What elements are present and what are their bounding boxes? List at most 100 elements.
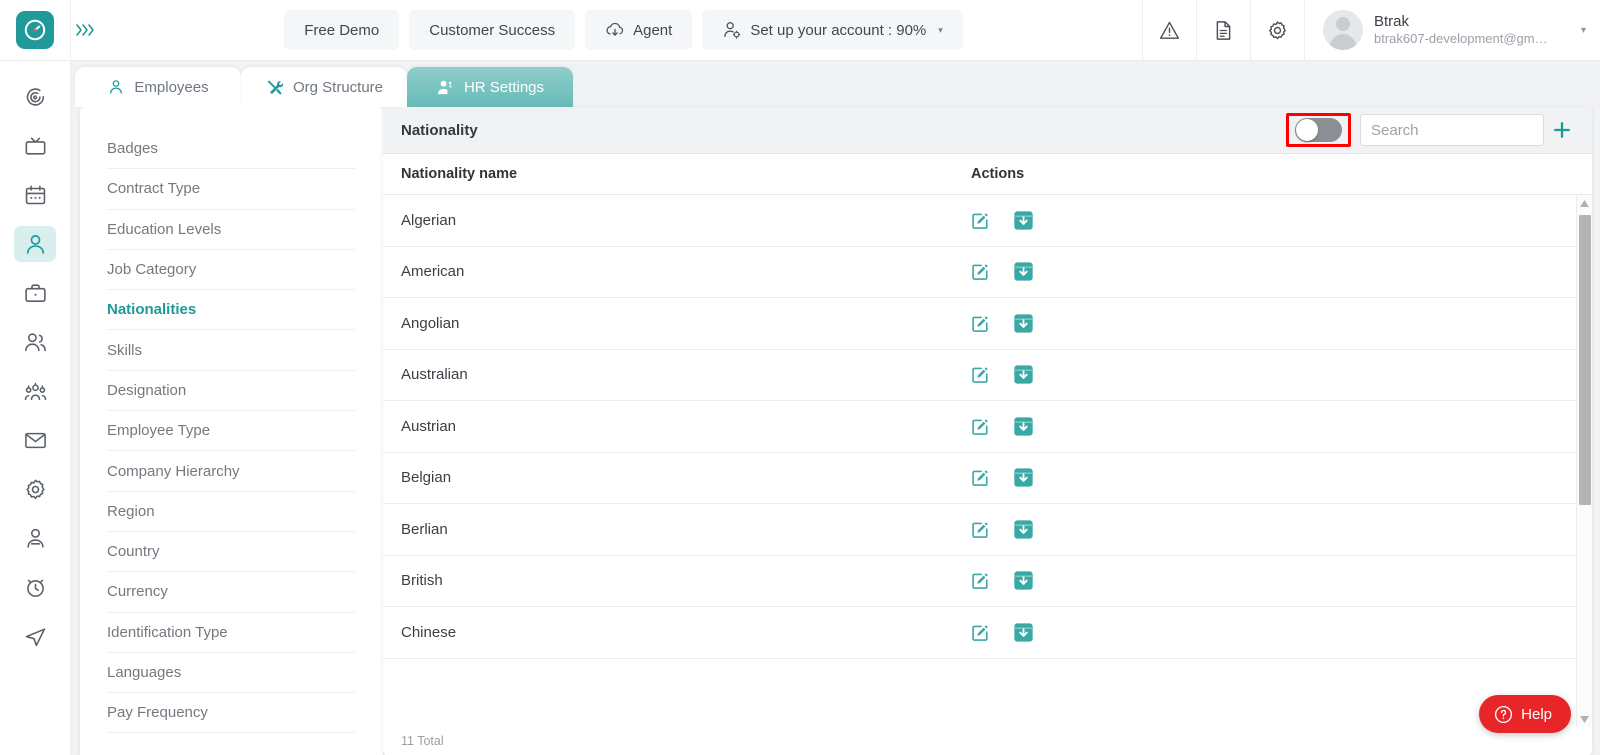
rail-item-calendar[interactable] (14, 177, 56, 213)
edit-icon[interactable] (971, 365, 990, 384)
archive-down-icon[interactable] (1013, 364, 1034, 385)
archive-down-icon-glyph (1014, 520, 1033, 539)
edit-icon[interactable] (971, 571, 990, 590)
settings-menu-item-label: Skills (107, 341, 143, 359)
scrollbar-track[interactable] (1577, 211, 1593, 711)
cell-actions (971, 313, 1171, 334)
app-logo[interactable] (16, 11, 54, 49)
settings-menu-item-job-category[interactable]: Job Category (107, 250, 356, 291)
edit-icon[interactable] (971, 211, 990, 230)
person-badge-icon (26, 528, 44, 548)
tools-glyph (267, 79, 284, 95)
edit-icon-glyph (972, 264, 988, 281)
scroll-down-arrow[interactable] (1577, 711, 1593, 727)
rail-item-org[interactable] (14, 373, 56, 409)
triangle-up-icon (1580, 199, 1589, 207)
rail-item-mail[interactable] (14, 422, 56, 458)
cell-actions (971, 467, 1171, 488)
table-body: Algerian American Angolian Australian Austri… (383, 195, 1592, 727)
rail-item-dashboard[interactable] (14, 79, 56, 115)
search-input[interactable] (1360, 114, 1544, 146)
rail-item-jobs[interactable] (14, 275, 56, 311)
warning-triangle-icon[interactable] (1142, 0, 1196, 61)
settings-menu-item-region[interactable]: Region (107, 492, 356, 532)
hr-settings-menu-card: Badges Contract Type Education Levels Job C… (80, 107, 383, 755)
scrollbar-thumb[interactable] (1578, 215, 1591, 505)
settings-menu-item-identification-type[interactable]: Identification Type (107, 613, 356, 653)
archive-down-icon[interactable] (1013, 570, 1034, 591)
settings-menu-item-label: Company Hierarchy (107, 462, 240, 480)
tab-hr-settings[interactable]: HR Settings (407, 67, 573, 107)
cell-nationality-name: British (401, 572, 443, 590)
vertical-scrollbar[interactable] (1576, 195, 1592, 727)
edit-icon[interactable] (971, 262, 990, 281)
free-demo-label: Free Demo (304, 21, 380, 39)
settings-menu-item-employee-type[interactable]: Employee Type (107, 411, 356, 452)
tab-employees[interactable]: Employees (75, 67, 241, 107)
question-circle-icon (1495, 705, 1513, 723)
settings-menu-item-badges[interactable]: Badges (107, 129, 356, 170)
settings-menu-item-skills[interactable]: Skills (107, 330, 356, 371)
settings-menu-item-contract-type[interactable]: Contract Type (107, 169, 356, 210)
edit-icon-glyph (972, 419, 988, 435)
archive-down-icon-glyph (1014, 262, 1033, 281)
archive-toggle[interactable] (1295, 118, 1342, 142)
settings-menu-item-pay-frequency[interactable]: Pay Frequency (107, 693, 356, 734)
gear-icon[interactable] (1250, 0, 1304, 61)
profile-menu[interactable]: Btrak btrak607-development@gm… ▾ (1304, 0, 1600, 61)
settings-menu-item-education-levels[interactable]: Education Levels (107, 210, 356, 250)
column-header-nationality-name: Nationality name (401, 166, 518, 182)
archive-down-icon[interactable] (1013, 416, 1034, 437)
user-settings-icon (436, 78, 455, 97)
app-root: Free Demo Customer Success Agent Set up … (0, 0, 1600, 755)
nationality-panel: Nationality Nationalit (383, 107, 1592, 755)
setup-account-button[interactable]: Set up your account : 90% ▾ (702, 10, 963, 50)
user-outline-glyph (110, 80, 123, 94)
tab-org-structure[interactable]: Org Structure (241, 67, 407, 107)
free-demo-button[interactable]: Free Demo (284, 10, 400, 50)
add-nationality-button[interactable] (1544, 112, 1580, 148)
archive-down-icon-glyph (1014, 314, 1033, 333)
edit-icon[interactable] (971, 417, 990, 436)
table-row: Angolian (383, 298, 1576, 350)
archive-down-icon[interactable] (1013, 261, 1034, 282)
profile-name: Btrak (1374, 12, 1410, 30)
rail-item-media[interactable] (14, 128, 56, 164)
settings-menu-item-company-hierarchy[interactable]: Company Hierarchy (107, 451, 356, 492)
help-button[interactable]: Help (1479, 695, 1571, 733)
archive-down-icon[interactable] (1013, 313, 1034, 334)
agent-button[interactable]: Agent (585, 10, 693, 50)
scroll-up-arrow[interactable] (1577, 195, 1593, 211)
settings-menu-item-country[interactable]: Country (107, 532, 356, 573)
panel-controls (1286, 112, 1592, 148)
tab-bar: Employees Org Structure HR Settings (71, 61, 1600, 107)
document-icon[interactable] (1196, 0, 1250, 61)
archive-down-icon[interactable] (1013, 519, 1034, 540)
settings-menu-item-label: Pay Frequency (107, 704, 208, 722)
settings-menu-item-nationalities[interactable]: Nationalities (107, 290, 356, 331)
edit-icon[interactable] (971, 623, 990, 642)
archive-down-icon[interactable] (1013, 622, 1034, 643)
settings-menu-item-languages[interactable]: Languages (107, 653, 356, 694)
cell-nationality-name: Australian (401, 366, 468, 384)
agent-label: Agent (633, 21, 673, 39)
customer-success-button[interactable]: Customer Success (409, 10, 576, 50)
archive-down-icon[interactable] (1013, 210, 1034, 231)
rail-item-settings[interactable] (14, 471, 56, 507)
org-group-icon (24, 382, 46, 400)
rail-item-profile[interactable] (14, 520, 56, 556)
settings-menu-item-designation[interactable]: Designation (107, 371, 356, 412)
rail-item-employees[interactable] (14, 226, 56, 262)
edit-icon[interactable] (971, 468, 990, 487)
rail-item-teams[interactable] (14, 324, 56, 360)
settings-menu-item-label: Contract Type (107, 180, 201, 198)
archive-down-icon-glyph (1014, 365, 1033, 384)
chevrons-right-icon[interactable] (71, 23, 105, 37)
logo-zone[interactable] (0, 0, 71, 61)
settings-menu-item-currency[interactable]: Currency (107, 572, 356, 613)
edit-icon[interactable] (971, 314, 990, 333)
rail-item-time[interactable] (14, 569, 56, 605)
edit-icon[interactable] (971, 520, 990, 539)
archive-down-icon[interactable] (1013, 467, 1034, 488)
rail-item-send[interactable] (14, 618, 56, 654)
